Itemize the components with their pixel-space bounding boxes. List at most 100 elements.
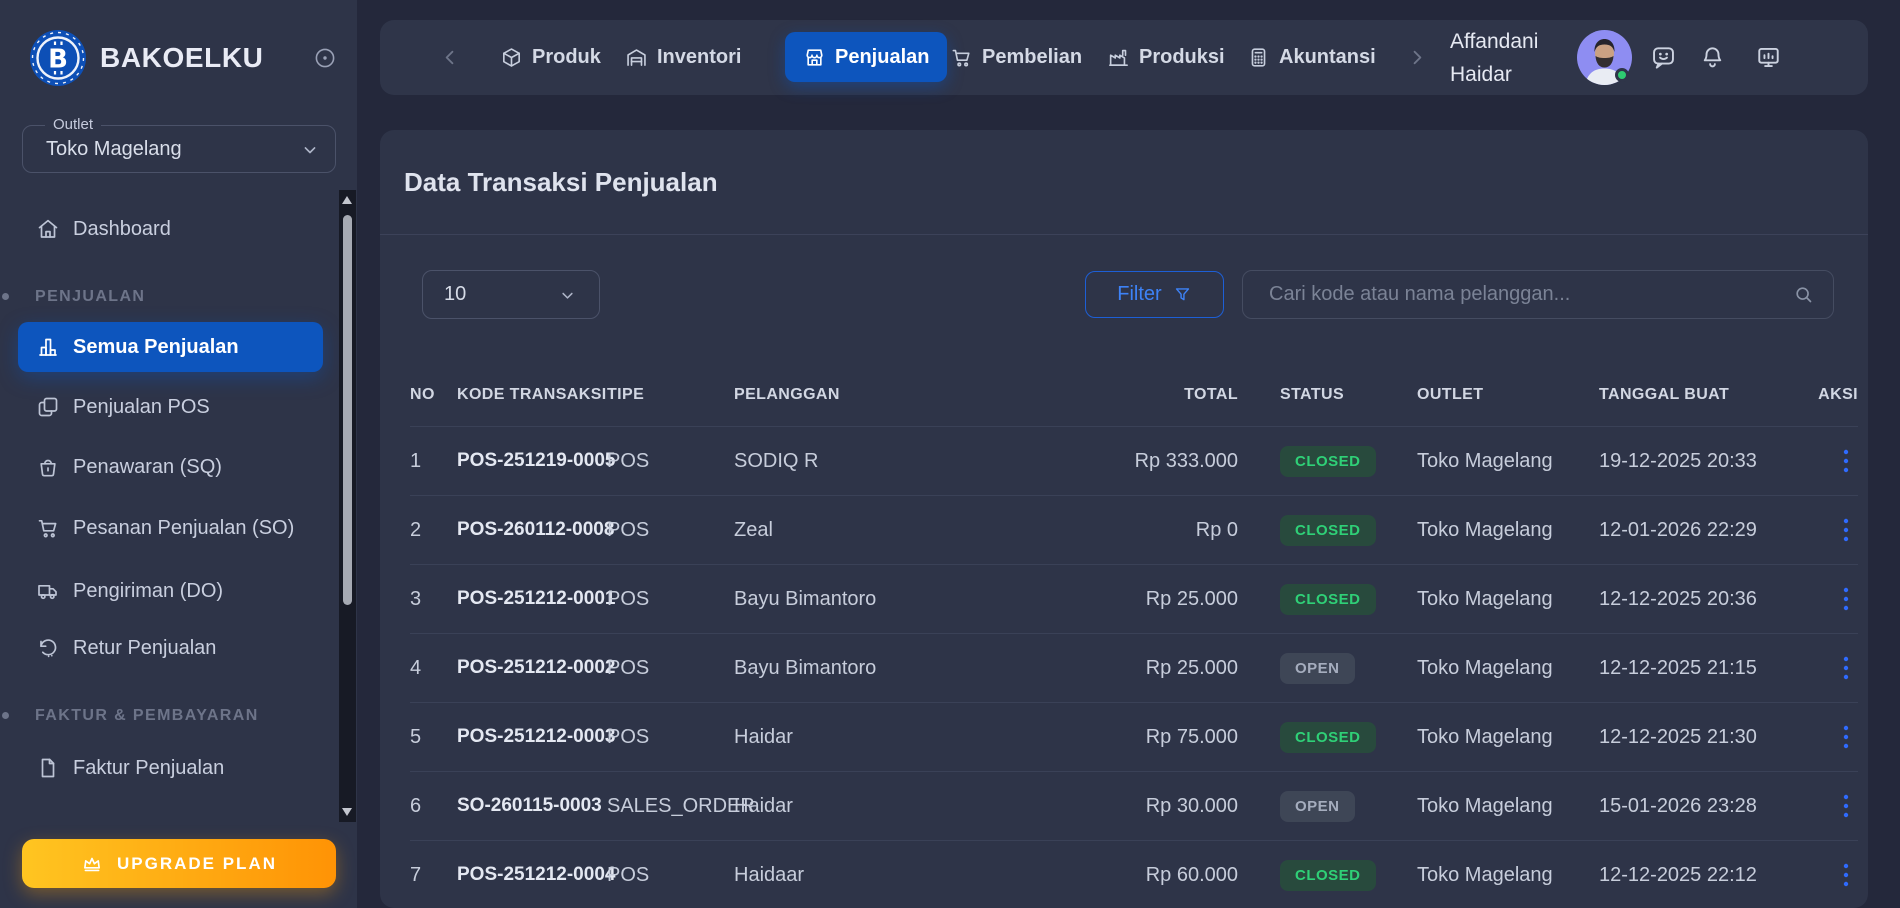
cell-pelanggan: Haidar [734,726,912,749]
cell-kode-transaksi: SO-260115-0003 [457,795,607,817]
column-header: PELANGGAN [734,386,912,404]
chat-icon[interactable] [1650,44,1677,71]
cell-outlet: Toko Magelang [1417,726,1599,749]
section-bullet-icon [2,712,9,719]
cell-tipe: SALES_ORDER [607,795,734,818]
row-actions-kebab-icon[interactable] [1842,793,1850,819]
row-actions-kebab-icon[interactable] [1842,724,1850,750]
search-icon[interactable] [1793,284,1814,305]
cell-tipe: POS [607,588,734,611]
sidebar-item-penawaran-sq[interactable]: Penawaran (SQ) [18,442,323,492]
upgrade-plan-label: UPGRADE PLAN [117,854,277,874]
cell-tanggal-buat: 15-01-2026 23:28 [1599,795,1815,818]
cell-tanggal-buat: 12-12-2025 21:15 [1599,657,1815,680]
topbar-tab-akuntansi[interactable]: Akuntansi [1247,20,1376,95]
cell-kode-transaksi: POS-260112-0008 [457,519,607,541]
column-header: TANGGAL BUAT [1599,386,1815,404]
status-badge: CLOSED [1280,860,1376,891]
invoice-icon [36,756,60,780]
cell-outlet: Toko Magelang [1417,519,1599,542]
table-row: 1POS-251219-0005POSSODIQ RRp 333.000CLOS… [410,427,1858,496]
filter-button-label: Filter [1117,283,1161,306]
scrollbar-down-arrow[interactable] [342,808,352,816]
sidebar-item-semua-penjualan[interactable]: Semua Penjualan [18,322,323,372]
cell-status: CLOSED [1242,722,1417,753]
status-badge: CLOSED [1280,722,1376,753]
section-bullet-icon [2,293,9,300]
sidebar-item-pengiriman-do[interactable]: Pengiriman (DO) [18,566,323,616]
cell-aksi [1815,724,1858,750]
filter-button[interactable]: Filter [1085,271,1224,318]
search-box [1242,270,1834,319]
cell-tanggal-buat: 12-12-2025 22:12 [1599,864,1815,887]
sidebar-item-label: Dashboard [73,218,171,241]
sidebar-item-penjualan-pos[interactable]: Penjualan POS [18,382,323,432]
sidebar-item-label: Penawaran (SQ) [73,456,222,479]
scrollbar-up-arrow[interactable] [342,196,352,204]
cell-kode-transaksi: POS-251212-0003 [457,726,607,748]
topbar-tab-label: Akuntansi [1279,46,1376,69]
cube-icon [500,46,523,69]
sidebar-item-label: Penjualan POS [73,396,210,419]
cell-total: Rp 333.000 [912,450,1242,473]
bar-chart-icon [36,335,60,359]
cell-aksi [1815,448,1858,474]
sidebar-section-label: FAKTUR & PEMBAYARAN [35,704,259,728]
topbar: Produk Inventori PenjualanPembelian Produks… [380,20,1868,95]
cell-total: Rp 60.000 [912,864,1242,887]
scrollbar-thumb[interactable] [343,215,352,605]
table-row: 3POS-251212-0001POSBayu BimantoroRp 25.0… [410,565,1858,634]
status-badge: CLOSED [1280,584,1376,615]
status-badge: OPEN [1280,791,1355,822]
storefront-icon [803,46,826,69]
pos-icon [36,395,60,419]
cell-outlet: Toko Magelang [1417,657,1599,680]
divider [380,234,1868,235]
cell-total: Rp 25.000 [912,588,1242,611]
search-input[interactable] [1242,270,1834,319]
sidebar-item-label: Pesanan Penjualan (SO) [73,517,294,540]
transactions-table: NOKODE TRANSAKSITIPEPELANGGANTOTALSTATUS… [410,363,1858,908]
cell-no: 1 [410,450,457,473]
bell-icon[interactable] [1699,44,1726,71]
cart-icon [36,516,60,540]
topbar-tab-penjualan[interactable]: Penjualan [785,32,947,82]
sidebar-item-faktur-penjualan[interactable]: Faktur Penjualan [18,743,323,793]
row-actions-kebab-icon[interactable] [1842,655,1850,681]
chevron-right-icon[interactable] [1405,46,1428,69]
cell-total: Rp 0 [912,519,1242,542]
cell-no: 6 [410,795,457,818]
row-actions-kebab-icon[interactable] [1842,586,1850,612]
cell-status: CLOSED [1242,860,1417,891]
row-actions-kebab-icon[interactable] [1842,448,1850,474]
user-name[interactable]: Affandani Haidar [1450,20,1568,95]
return-icon [36,636,60,660]
cell-status: CLOSED [1242,584,1417,615]
cell-pelanggan: Haidar [734,795,912,818]
cell-tipe: POS [607,657,734,680]
upgrade-plan-button[interactable]: UPGRADE PLAN [22,839,336,888]
row-actions-kebab-icon[interactable] [1842,862,1850,888]
page-size-select[interactable]: 10 [422,270,600,319]
sidebar-item-dashboard[interactable]: Dashboard [18,204,323,254]
table-body: 1POS-251219-0005POSSODIQ RRp 333.000CLOS… [410,427,1858,908]
sidebar-item-retur-penjualan[interactable]: Retur Penjualan [18,623,323,673]
table-row: 2POS-260112-0008POSZealRp 0CLOSEDToko Ma… [410,496,1858,565]
cart-icon [950,46,973,69]
sidebar-section-label: PENJUALAN [35,285,145,309]
topbar-tab-produksi[interactable]: Produksi [1107,20,1225,95]
topbar-tab-produk[interactable]: Produk [500,20,601,95]
cell-no: 2 [410,519,457,542]
chevron-left-icon[interactable] [439,46,462,69]
sidebar-scrollbar[interactable] [339,190,356,822]
cell-no: 3 [410,588,457,611]
status-badge: CLOSED [1280,515,1376,546]
topbar-tab-inventori[interactable]: Inventori [625,20,741,95]
topbar-tab-pembelian[interactable]: Pembelian [950,20,1082,95]
crown-icon [81,853,103,875]
sidebar-item-pesanan-penjualan-so[interactable]: Pesanan Penjualan (SO) [18,503,323,553]
cell-no: 5 [410,726,457,749]
row-actions-kebab-icon[interactable] [1842,517,1850,543]
cell-tipe: POS [607,864,734,887]
monitor-icon[interactable] [1755,44,1782,71]
